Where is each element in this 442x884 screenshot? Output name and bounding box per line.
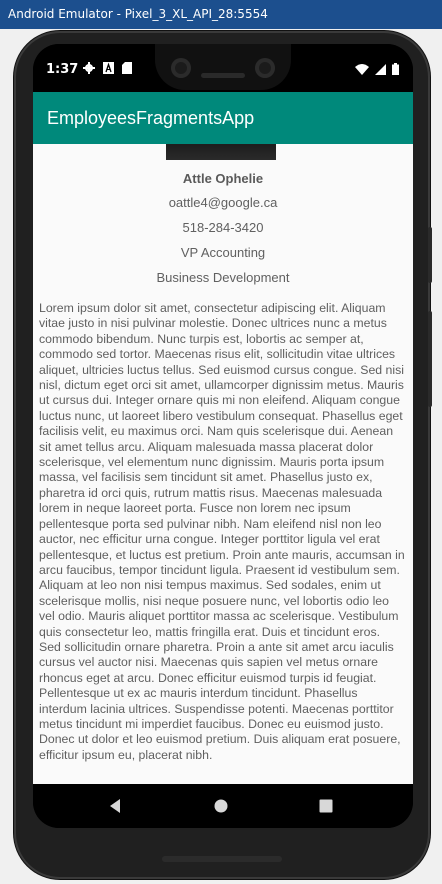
front-camera-icon bbox=[171, 58, 191, 78]
signal-icon bbox=[375, 63, 386, 75]
status-bar: 1:37 bbox=[33, 44, 413, 92]
status-time: 1:37 bbox=[46, 62, 79, 77]
camera-notch bbox=[155, 44, 291, 90]
bottom-speaker bbox=[162, 856, 282, 862]
emulator-title: Android Emulator - Pixel_3_XL_API_28:555… bbox=[8, 7, 268, 21]
earpiece-speaker bbox=[201, 73, 245, 78]
back-icon[interactable] bbox=[106, 796, 126, 816]
employee-photo bbox=[166, 144, 276, 160]
employee-department: Business Development bbox=[156, 270, 290, 285]
app-bar: EmployeesFragmentsApp bbox=[33, 92, 413, 144]
font-icon bbox=[103, 62, 114, 74]
home-icon[interactable] bbox=[211, 796, 231, 816]
recents-icon[interactable] bbox=[316, 796, 336, 816]
emulator-title-bar: Android Emulator - Pixel_3_XL_API_28:555… bbox=[0, 0, 442, 29]
employee-bio: Lorem ipsum dolor sit amet, consectetur … bbox=[39, 301, 405, 762]
sd-card-icon bbox=[122, 62, 132, 74]
employee-name: Attle Ophelie bbox=[182, 171, 264, 186]
employee-detail-scroll[interactable]: Attle Ophelie oattle4@google.ca 518-284-… bbox=[33, 144, 413, 784]
employee-job-title: VP Accounting bbox=[180, 245, 266, 260]
gear-icon bbox=[83, 62, 95, 74]
battery-icon bbox=[392, 63, 399, 75]
volume-button[interactable] bbox=[428, 311, 432, 407]
employee-email: oattle4@google.ca bbox=[168, 195, 278, 210]
navigation-bar bbox=[33, 784, 413, 828]
employee-phone: 518-284-3420 bbox=[182, 220, 264, 235]
power-button[interactable] bbox=[428, 227, 432, 283]
device-screen: 1:37 EmployeesFragmentsApp Attle Ophelie… bbox=[33, 44, 413, 828]
app-title: EmployeesFragmentsApp bbox=[47, 108, 255, 128]
wifi-icon bbox=[355, 63, 369, 75]
front-camera-icon bbox=[255, 58, 275, 78]
